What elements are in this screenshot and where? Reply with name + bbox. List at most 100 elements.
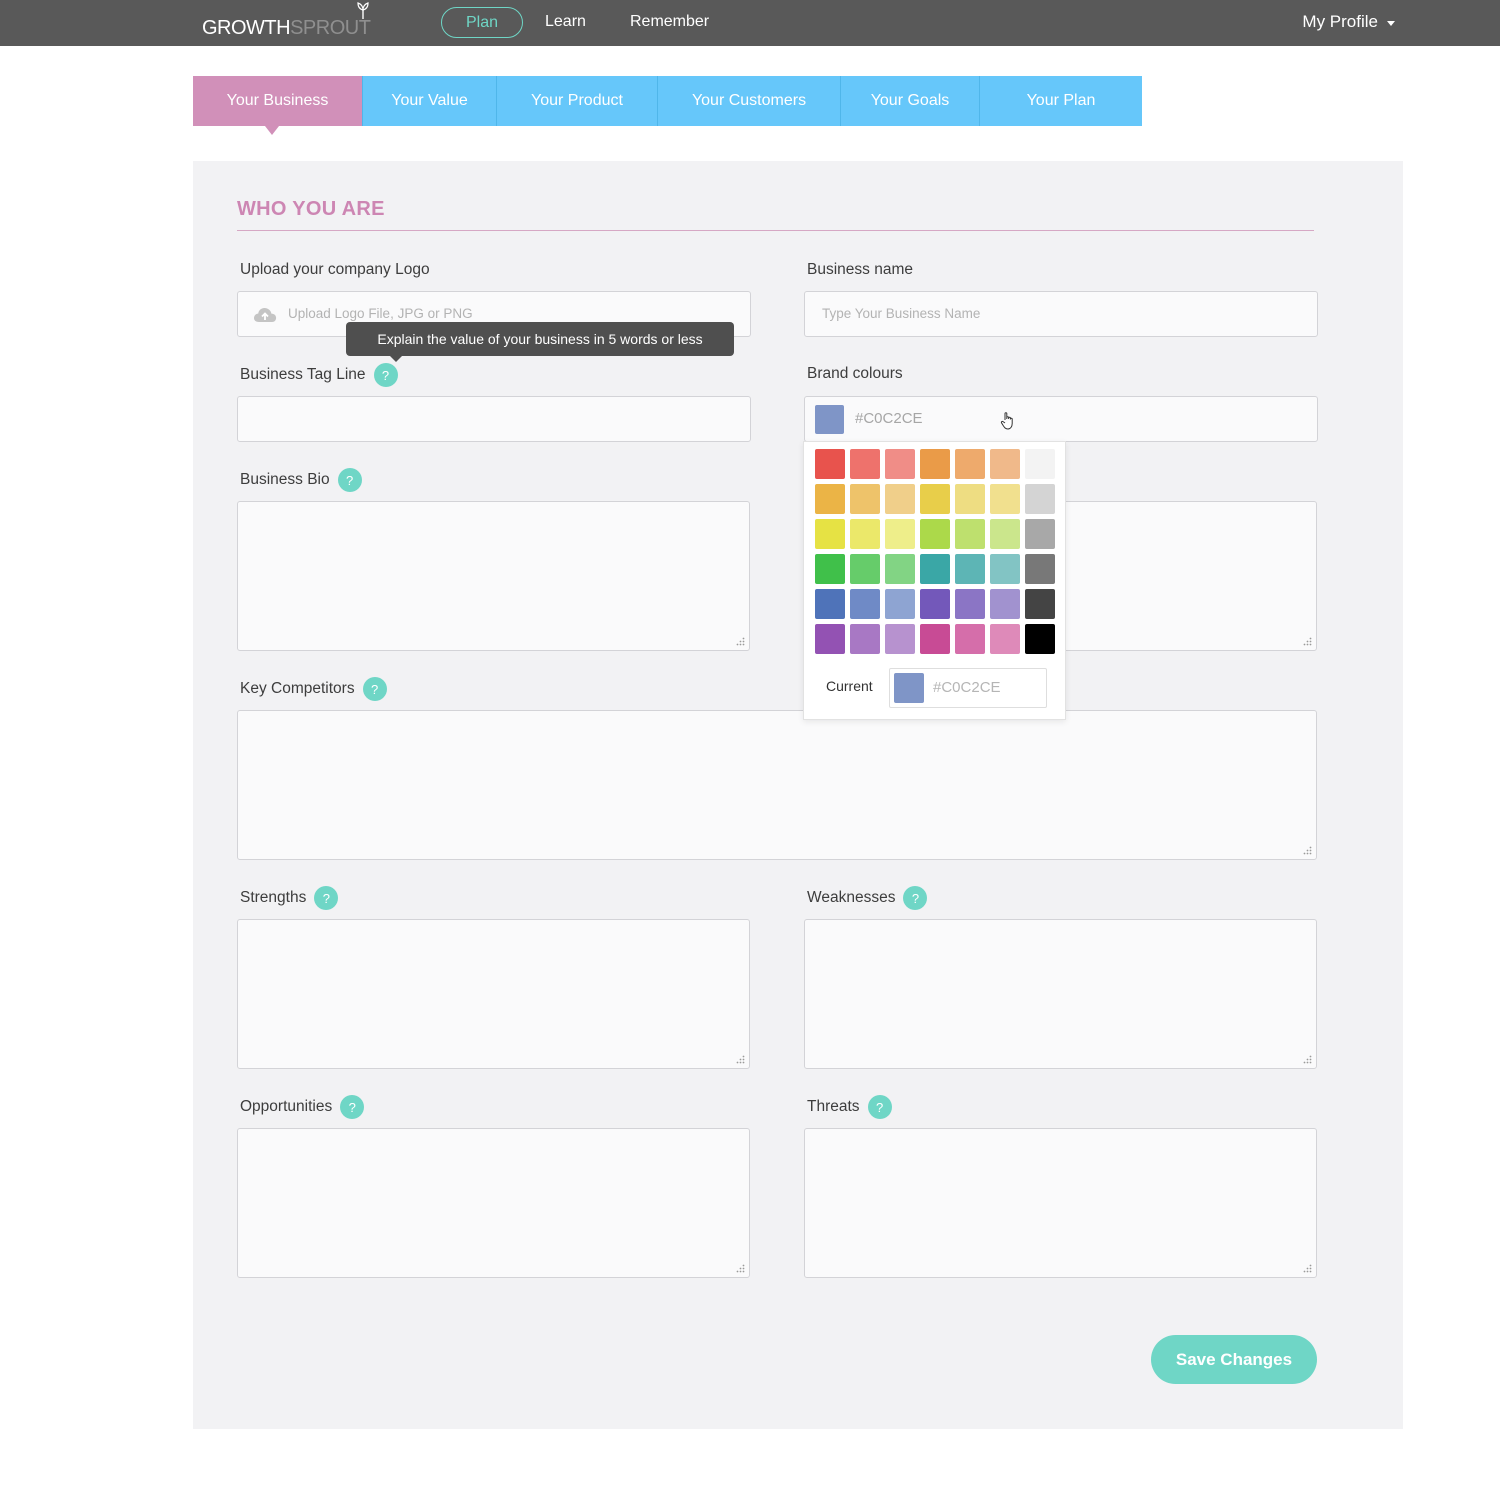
brand-colour-swatch[interactable] [815, 405, 844, 434]
weaknesses-textarea[interactable] [804, 919, 1317, 1069]
opportunities-help-icon[interactable]: ? [340, 1095, 365, 1119]
palette-colour-swatch[interactable] [955, 554, 985, 584]
threats-textarea[interactable] [804, 1128, 1317, 1278]
palette-colour-swatch[interactable] [990, 449, 1020, 479]
palette-colour-swatch[interactable] [990, 589, 1020, 619]
palette-colour-swatch[interactable] [815, 484, 845, 514]
palette-colour-swatch[interactable] [990, 554, 1020, 584]
logo-upload-label-text: Upload your company Logo [240, 261, 430, 278]
palette-colour-swatch[interactable] [955, 624, 985, 654]
palette-colour-swatch[interactable] [920, 554, 950, 584]
brand-colours-label: Brand colours [807, 365, 903, 383]
palette-colour-swatch[interactable] [1025, 624, 1055, 654]
top-nav-bar: GROWTH SPROUT Plan Learn Remember My Prof… [0, 0, 1500, 46]
tab-your-plan[interactable]: Your Plan [980, 76, 1142, 126]
palette-colour-swatch[interactable] [815, 519, 845, 549]
palette-colour-swatch[interactable] [920, 449, 950, 479]
palette-colour-swatch[interactable] [850, 554, 880, 584]
resize-grip-icon[interactable] [1303, 846, 1312, 855]
tab-your-business[interactable]: Your Business [193, 76, 363, 135]
palette-colour-swatch[interactable] [850, 484, 880, 514]
weaknesses-help-icon[interactable]: ? [903, 886, 928, 910]
threats-label-text: Threats [807, 1098, 860, 1115]
weaknesses-label-text: Weaknesses [807, 889, 896, 906]
key-competitors-help-icon[interactable]: ? [362, 677, 387, 701]
key-competitors-textarea[interactable] [237, 710, 1317, 860]
palette-colour-swatch[interactable] [1025, 449, 1055, 479]
palette-colour-swatch[interactable] [850, 519, 880, 549]
palette-colour-swatch[interactable] [1025, 554, 1055, 584]
palette-colour-swatch[interactable] [815, 589, 845, 619]
palette-colour-swatch[interactable] [920, 589, 950, 619]
strengths-help-icon[interactable]: ? [314, 886, 339, 910]
nav-learn-link[interactable]: Learn [545, 13, 586, 31]
growthsprout-logo[interactable]: GROWTH SPROUT [202, 2, 371, 40]
palette-colour-swatch[interactable] [815, 449, 845, 479]
brand-colours-input[interactable]: #C0C2CE [804, 396, 1318, 442]
profile-menu[interactable]: My Profile [1302, 12, 1395, 32]
palette-colour-swatch[interactable] [920, 519, 950, 549]
palette-colour-swatch[interactable] [990, 484, 1020, 514]
business-name-input[interactable]: Type Your Business Name [804, 291, 1318, 337]
resize-grip-icon[interactable] [736, 1055, 745, 1064]
resize-grip-icon[interactable] [736, 1264, 745, 1273]
section-title: WHO YOU ARE [237, 198, 385, 220]
tag-line-label: Business Tag Line ? [240, 363, 398, 387]
palette-colour-swatch[interactable] [1025, 519, 1055, 549]
resize-grip-icon[interactable] [736, 637, 745, 646]
picker-current-value: #C0C2CE [933, 679, 1001, 696]
business-bio-textarea[interactable] [237, 501, 750, 651]
palette-colour-swatch[interactable] [815, 624, 845, 654]
palette-colour-swatch[interactable] [1025, 589, 1055, 619]
tab-your-product[interactable]: Your Product [497, 76, 658, 126]
nav-remember-link[interactable]: Remember [630, 13, 709, 31]
key-competitors-label: Key Competitors ? [240, 677, 387, 701]
palette-colour-swatch[interactable] [920, 624, 950, 654]
strengths-label: Strengths ? [240, 886, 339, 910]
picker-current-swatch [894, 673, 924, 703]
plan-tabs: Your Business Your Value Your Product Yo… [193, 76, 1142, 135]
weaknesses-label: Weaknesses ? [807, 886, 928, 910]
palette-colour-swatch[interactable] [990, 519, 1020, 549]
palette-colour-swatch[interactable] [885, 519, 915, 549]
threats-help-icon[interactable]: ? [867, 1095, 892, 1119]
tag-line-input[interactable] [237, 396, 751, 442]
tab-your-goals[interactable]: Your Goals [841, 76, 980, 126]
palette-colour-swatch[interactable] [920, 484, 950, 514]
tab-your-customers[interactable]: Your Customers [658, 76, 841, 126]
palette-colour-swatch[interactable] [850, 449, 880, 479]
tab-your-value[interactable]: Your Value [363, 76, 497, 126]
tag-line-tooltip: Explain the value of your business in 5 … [346, 322, 734, 362]
palette-colour-swatch[interactable] [955, 589, 985, 619]
business-bio-help-icon[interactable]: ? [337, 468, 362, 492]
palette-colour-swatch[interactable] [1025, 484, 1055, 514]
resize-grip-icon[interactable] [1303, 1264, 1312, 1273]
palette-colour-swatch[interactable] [990, 624, 1020, 654]
palette-colour-swatch[interactable] [850, 589, 880, 619]
business-name-label: Business name [807, 261, 913, 279]
section-divider [237, 230, 1314, 231]
logo-growth-text: GROWTH [202, 17, 291, 39]
palette-colour-swatch[interactable] [955, 449, 985, 479]
logo-upload-label: Upload your company Logo [240, 261, 430, 279]
palette-colour-swatch[interactable] [885, 554, 915, 584]
resize-grip-icon[interactable] [1303, 637, 1312, 646]
strengths-label-text: Strengths [240, 889, 307, 906]
palette-colour-swatch[interactable] [885, 449, 915, 479]
palette-colour-swatch[interactable] [885, 589, 915, 619]
palette-colour-swatch[interactable] [955, 484, 985, 514]
palette-colour-swatch[interactable] [815, 554, 845, 584]
palette-colour-swatch[interactable] [885, 624, 915, 654]
brand-colours-label-text: Brand colours [807, 365, 903, 382]
picker-current-input[interactable]: #C0C2CE [889, 668, 1047, 708]
save-changes-button[interactable]: Save Changes [1151, 1335, 1317, 1384]
palette-colour-swatch[interactable] [850, 624, 880, 654]
resize-grip-icon[interactable] [1303, 1055, 1312, 1064]
sprout-leaf-icon [357, 2, 369, 19]
strengths-textarea[interactable] [237, 919, 750, 1069]
palette-colour-swatch[interactable] [955, 519, 985, 549]
opportunities-textarea[interactable] [237, 1128, 750, 1278]
palette-colour-swatch[interactable] [885, 484, 915, 514]
nav-plan-button[interactable]: Plan [441, 7, 523, 38]
tag-line-help-icon[interactable]: ? [373, 363, 398, 387]
